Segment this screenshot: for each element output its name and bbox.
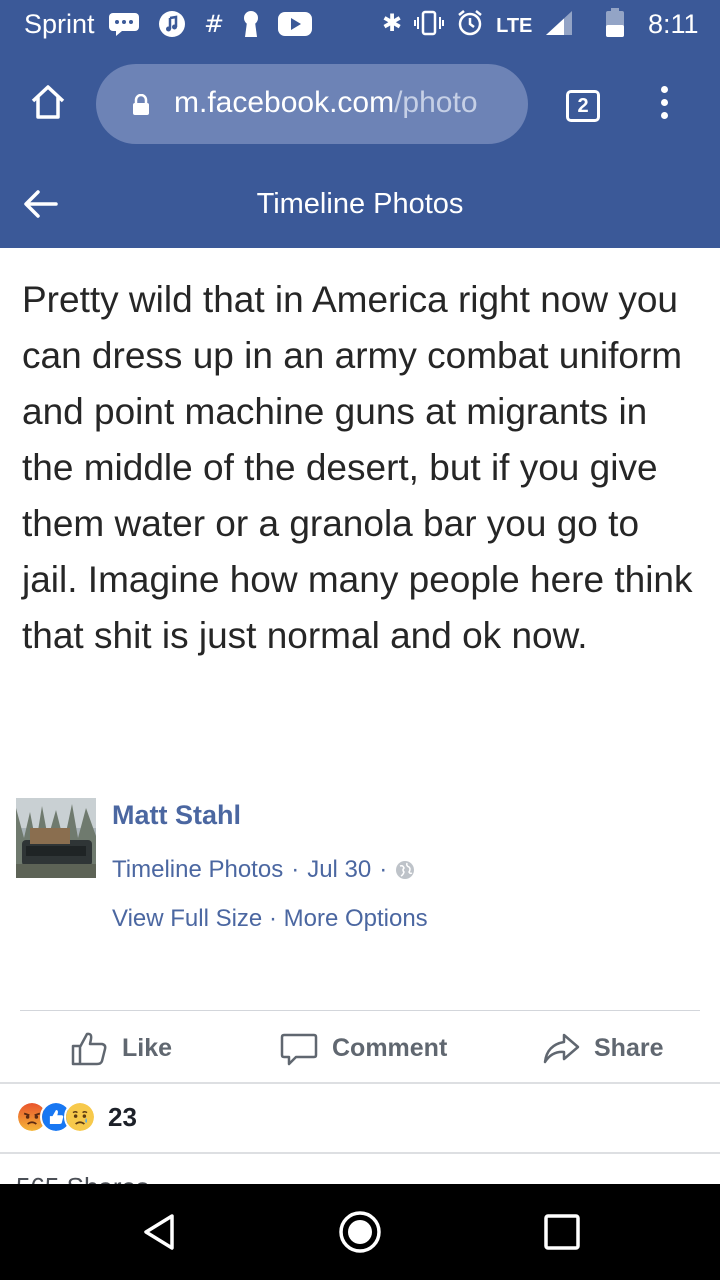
share-label: Share — [594, 1033, 664, 1062]
reaction-count: 23 — [108, 1101, 137, 1132]
notification-icons: # — [108, 10, 313, 38]
home-icon[interactable] — [28, 82, 68, 122]
share-arrow-icon — [543, 1033, 580, 1064]
share-button[interactable]: Share — [542, 1028, 663, 1068]
url-bar[interactable]: m.facebook.com/photo — [96, 64, 528, 144]
meta-separator: · — [379, 856, 388, 883]
home-nav-icon[interactable] — [338, 1210, 382, 1254]
battery-icon — [606, 8, 625, 37]
view-full-size-link[interactable]: View Full Size — [112, 905, 262, 932]
back-nav-icon[interactable] — [140, 1212, 180, 1252]
like-label: Like — [122, 1033, 173, 1062]
vibrate-icon — [414, 10, 445, 36]
divider — [20, 1010, 700, 1011]
bluetooth-icon: ✱ — [382, 9, 403, 37]
reactions-summary[interactable]: 23 — [16, 1100, 137, 1134]
alarm-icon — [458, 10, 482, 36]
meta-separator: · — [291, 856, 300, 883]
carrier-label: Sprint — [24, 9, 95, 39]
post-date[interactable]: Jul 30 — [307, 856, 371, 884]
thumbs-up-icon — [71, 1032, 107, 1066]
youtube-icon — [278, 12, 313, 36]
lock-icon — [133, 94, 149, 115]
album-link[interactable]: Timeline Photos — [112, 856, 283, 884]
signal-icon — [546, 11, 573, 35]
overflow-menu-icon[interactable] — [654, 86, 674, 126]
message-icon — [109, 13, 139, 36]
avatar-image — [16, 798, 96, 878]
browser-toolbar: m.facebook.com/photo 2 — [0, 50, 720, 160]
system-icons: ✱ LTE — [382, 8, 626, 38]
links-separator: · — [268, 905, 277, 932]
globe-icon — [396, 861, 415, 879]
more-options-link[interactable]: More Options — [284, 905, 428, 932]
url-path: /photo — [394, 86, 478, 119]
slack-icon: # — [204, 10, 225, 38]
page-title: Timeline Photos — [256, 188, 464, 220]
like-button[interactable]: Like — [70, 1028, 172, 1068]
navigation-bar — [0, 1184, 720, 1280]
photo-links: View Full Size · More Options — [112, 905, 428, 933]
comment-button[interactable]: Comment — [280, 1028, 447, 1068]
author-name[interactable]: Matt Stahl — [112, 800, 241, 831]
divider — [0, 1152, 720, 1154]
tab-switcher-button[interactable]: 2 — [566, 90, 600, 122]
recents-nav-icon[interactable] — [542, 1212, 582, 1252]
clock: 8:11 — [648, 9, 699, 39]
network-label: LTE — [496, 14, 533, 37]
avatar[interactable] — [16, 798, 96, 878]
page-header: Timeline Photos — [0, 160, 720, 248]
keyhole-icon — [244, 11, 259, 37]
music-icon — [159, 11, 185, 37]
post-meta: Timeline Photos · Jul 30 · — [112, 856, 415, 884]
url-text: m.facebook.com/photo — [174, 86, 478, 120]
sad-reaction-icon — [64, 1101, 96, 1133]
status-bar: Sprint # ✱ LTE 8:11 — [0, 0, 720, 50]
photo-text[interactable]: Pretty wild that in America right now yo… — [22, 272, 698, 664]
divider — [0, 1082, 720, 1084]
url-domain: m.facebook.com — [174, 86, 395, 119]
comment-icon — [280, 1033, 318, 1066]
comment-label: Comment — [332, 1033, 448, 1062]
